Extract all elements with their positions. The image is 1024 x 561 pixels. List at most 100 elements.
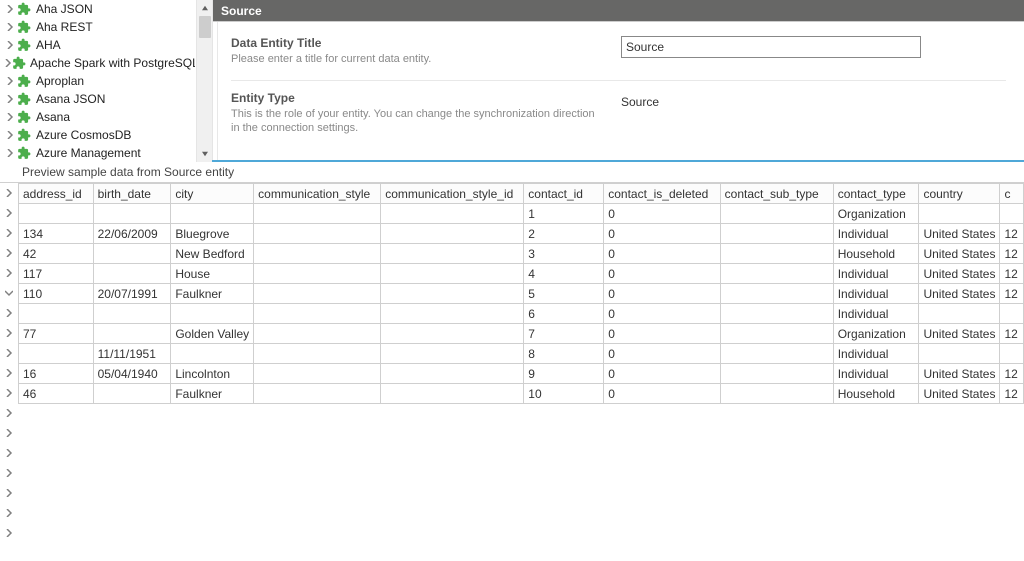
cell[interactable] (720, 244, 833, 264)
cell[interactable] (381, 364, 524, 384)
tree-item[interactable]: Aproplan (0, 72, 195, 90)
column-header[interactable]: contact_sub_type (720, 184, 833, 204)
cell[interactable] (93, 324, 171, 344)
cell[interactable] (381, 324, 524, 344)
cell[interactable] (720, 344, 833, 364)
cell[interactable] (93, 264, 171, 284)
cell[interactable] (171, 304, 254, 324)
tree-item[interactable]: Aha REST (0, 18, 195, 36)
column-header[interactable]: birth_date (93, 184, 171, 204)
cell[interactable]: 134 (19, 224, 94, 244)
column-header[interactable]: contact_type (833, 184, 919, 204)
column-header[interactable]: communication_style (254, 184, 381, 204)
grid-header-row[interactable]: address_idbirth_datecitycommunication_st… (19, 184, 1024, 204)
cell[interactable]: 0 (604, 324, 720, 344)
cell[interactable]: 1 (524, 204, 604, 224)
chevron-right-icon[interactable] (0, 363, 18, 383)
scroll-track[interactable] (197, 16, 212, 146)
table-row[interactable]: 77Golden Valley70OrganizationUnited Stat… (19, 324, 1024, 344)
cell[interactable] (93, 204, 171, 224)
cell[interactable] (93, 244, 171, 264)
cell[interactable] (93, 384, 171, 404)
cell[interactable]: 3 (524, 244, 604, 264)
chevron-right-icon[interactable] (4, 18, 16, 36)
cell[interactable]: 0 (604, 344, 720, 364)
chevron-right-icon[interactable] (0, 403, 18, 423)
chevron-right-icon[interactable] (4, 144, 16, 162)
scroll-down-icon[interactable] (197, 146, 212, 162)
cell[interactable]: 12 (1000, 244, 1024, 264)
table-row[interactable]: 11020/07/1991Faulkner50IndividualUnited … (19, 284, 1024, 304)
cell[interactable] (720, 224, 833, 244)
scroll-up-icon[interactable] (197, 0, 212, 16)
cell[interactable] (254, 264, 381, 284)
chevron-right-icon[interactable] (0, 463, 18, 483)
cell[interactable] (381, 384, 524, 404)
cell[interactable] (919, 304, 1000, 324)
cell[interactable]: 12 (1000, 364, 1024, 384)
chevron-right-icon[interactable] (0, 383, 18, 403)
cell[interactable]: 0 (604, 204, 720, 224)
cell[interactable]: 4 (524, 264, 604, 284)
cell[interactable]: 20/07/1991 (93, 284, 171, 304)
cell[interactable]: 12 (1000, 324, 1024, 344)
cell[interactable] (381, 284, 524, 304)
chevron-right-icon[interactable] (0, 523, 18, 543)
cell[interactable] (19, 344, 94, 364)
table-row[interactable]: 117House40IndividualUnited States12 (19, 264, 1024, 284)
cell[interactable]: 0 (604, 284, 720, 304)
cell[interactable]: Faulkner (171, 284, 254, 304)
cell[interactable]: 10 (524, 384, 604, 404)
cell[interactable]: 12 (1000, 384, 1024, 404)
column-header[interactable]: contact_id (524, 184, 604, 204)
cell[interactable] (254, 304, 381, 324)
chevron-right-icon[interactable] (4, 54, 12, 72)
cell[interactable] (254, 364, 381, 384)
cell[interactable]: 2 (524, 224, 604, 244)
cell[interactable]: House (171, 264, 254, 284)
tree-scrollbar[interactable] (196, 0, 212, 162)
cell[interactable]: 22/06/2009 (93, 224, 171, 244)
cell[interactable]: 12 (1000, 284, 1024, 304)
chevron-right-icon[interactable] (0, 303, 18, 323)
cell[interactable]: Individual (833, 264, 919, 284)
cell[interactable]: 0 (604, 264, 720, 284)
data-grid[interactable]: address_idbirth_datecitycommunication_st… (18, 183, 1024, 404)
chevron-right-icon[interactable] (0, 223, 18, 243)
column-header[interactable]: country (919, 184, 1000, 204)
cell[interactable]: 11/11/1951 (93, 344, 171, 364)
cell[interactable]: 5 (524, 284, 604, 304)
cell[interactable]: 12 (1000, 224, 1024, 244)
cell[interactable]: 46 (19, 384, 94, 404)
cell[interactable]: 0 (604, 384, 720, 404)
cell[interactable] (19, 304, 94, 324)
cell[interactable] (381, 344, 524, 364)
table-row[interactable]: 10 Organization (19, 204, 1024, 224)
table-row[interactable]: 60Individual (19, 304, 1024, 324)
chevron-right-icon[interactable] (4, 72, 16, 90)
cell[interactable]: Organization (833, 204, 919, 224)
chevron-right-icon[interactable] (4, 126, 16, 144)
cell[interactable] (720, 204, 833, 224)
chevron-right-icon[interactable] (4, 108, 16, 126)
cell[interactable] (254, 384, 381, 404)
tree-item[interactable]: Asana JSON (0, 90, 195, 108)
cell[interactable]: 77 (19, 324, 94, 344)
cell[interactable]: 6 (524, 304, 604, 324)
cell[interactable] (381, 224, 524, 244)
cell[interactable] (1000, 344, 1024, 364)
cell[interactable]: 05/04/1940 (93, 364, 171, 384)
cell[interactable] (381, 204, 524, 224)
cell[interactable]: Individual (833, 304, 919, 324)
cell[interactable]: 0 (604, 364, 720, 384)
column-header[interactable]: c (1000, 184, 1024, 204)
cell[interactable] (720, 284, 833, 304)
cell[interactable]: United States (919, 224, 1000, 244)
chevron-right-icon[interactable] (0, 183, 18, 203)
cell[interactable] (720, 264, 833, 284)
cell[interactable]: 9 (524, 364, 604, 384)
cell[interactable]: Individual (833, 284, 919, 304)
cell[interactable]: 12 (1000, 264, 1024, 284)
scroll-thumb[interactable] (199, 16, 211, 38)
cell[interactable] (1000, 204, 1024, 224)
